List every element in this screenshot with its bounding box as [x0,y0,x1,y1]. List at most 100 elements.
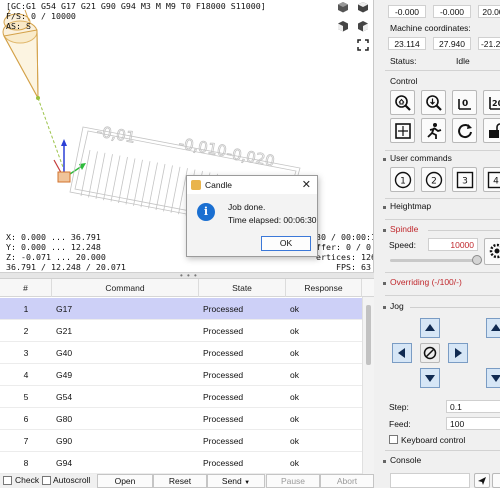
arrow-down-icon [425,375,435,382]
cell-command: G90 [56,436,73,446]
jog-step-field[interactable]: 0.1 [446,400,500,413]
console-clear-button[interactable] [492,473,500,488]
svg-text:2: 2 [431,177,437,187]
soft-reset-button[interactable] [452,118,477,143]
engraving-label-2: -0,010 [177,134,228,160]
view-iso-icon[interactable] [336,1,350,15]
jog-x-plus-button[interactable] [448,343,468,363]
table-row[interactable]: 4 G49 Processed ok [0,364,362,386]
heightmap-section[interactable]: Heightmap [380,201,500,213]
svg-text:20: 20 [492,99,500,108]
col-header-response[interactable]: Response [286,279,362,297]
cell-command: G49 [56,370,73,380]
dialog-titlebar[interactable]: Candle ✕ [187,176,317,194]
machine-coords-label: Machine coordinates: [390,23,471,33]
dialog-message: Job done. [228,202,266,212]
arrow-up-icon [425,324,435,331]
view-top-icon[interactable] [356,1,370,15]
safe-position-button[interactable] [421,118,446,143]
overriding-section[interactable]: Overriding (-/100/-) [380,277,500,289]
console-send-button[interactable] [474,473,490,488]
keyboard-control-checkbox[interactable] [389,435,398,444]
col-header-state[interactable]: State [199,279,286,297]
search-z-button[interactable] [421,90,446,115]
fps-readout: FPS: 63 [336,262,371,272]
candle-app-icon [191,180,201,190]
table-row[interactable]: 7 G90 Processed ok [0,430,362,452]
jog-z-minus-button[interactable] [486,368,500,388]
arrow-up-icon [491,324,500,331]
send-icon [478,477,486,485]
search-home-button[interactable] [390,90,415,115]
cell-state: Processed [203,436,244,446]
spindle-toggle-button[interactable] [484,238,500,265]
cell-state: Processed [203,392,244,402]
dialog-title: Candle [205,180,232,190]
zero-z-button[interactable]: 0 [452,90,477,115]
fit-view-icon[interactable] [356,39,370,53]
spindle-slider[interactable] [390,259,478,262]
table-row[interactable]: 1 G17 Processed ok [0,298,362,320]
zero-z-icon: 0 [458,99,471,110]
table-scrollbar[interactable] [362,297,374,474]
jog-feed-field[interactable]: 100 [446,417,500,430]
check-checkbox[interactable] [3,476,12,485]
jog-title: Jog [390,301,404,311]
user-command-2-button[interactable]: 2 [421,167,446,192]
jog-y-minus-button[interactable] [420,368,440,388]
spindle-slider-handle[interactable] [472,255,482,265]
arrow-down-icon [491,375,500,382]
col-header-num[interactable]: # [0,279,52,297]
zoom-down-icon [426,95,442,111]
close-icon[interactable]: ✕ [302,178,311,191]
table-row[interactable]: 2 G21 Processed ok [0,320,362,342]
send-dropdown-icon[interactable]: ▼ [244,480,250,486]
jog-x-minus-button[interactable] [392,343,412,363]
view-left-icon[interactable] [356,20,370,34]
engraving-label-3: -0,020 [225,144,276,170]
cell-state: Processed [203,326,244,336]
jog-y-plus-button[interactable] [420,318,440,338]
cell-command: G80 [56,414,73,424]
restore-origin-button[interactable] [390,118,415,143]
user-command-4-button[interactable]: 4 [483,167,500,192]
jog-z-plus-button[interactable] [486,318,500,338]
col-header-command[interactable]: Command [52,279,199,297]
open-button[interactable]: Open [97,474,153,488]
reset-button[interactable]: Reset [153,474,207,488]
cell-response: ok [290,458,299,468]
dialog-elapsed-time: Time elapsed: 00:06:30 [228,215,317,225]
machine-x-field: 23.114 [388,37,426,50]
console-section[interactable]: Console [380,455,500,467]
console-input[interactable] [390,473,470,488]
unlock-button[interactable] [483,118,500,143]
table-row[interactable]: 6 G80 Processed ok [0,408,362,430]
user-command-1-button[interactable]: 1 [390,167,415,192]
number-1-icon: 1 [394,171,412,189]
table-row[interactable]: 5 G54 Processed ok [0,386,362,408]
send-button[interactable]: Send ▼ [207,474,265,488]
ok-button[interactable]: OK [261,236,311,251]
view-front-icon[interactable] [336,20,350,34]
jog-section[interactable]: Jog [380,301,500,313]
table-row[interactable]: 3 G40 Processed ok [0,342,362,364]
unlock-icon [489,123,500,138]
jog-stop-button[interactable] [420,343,440,363]
cell-command: G94 [56,458,73,468]
abort-button[interactable]: Abort [320,474,374,488]
file-toolbar: Check Autoscroll Open Reset Send ▼ Pause… [0,474,374,488]
viewport-splitter[interactable]: • • • [0,271,374,280]
cell-state: Processed [203,304,244,314]
user-command-3-button[interactable]: 3 [452,167,477,192]
spindle-speed-field[interactable]: 10000 [428,238,478,251]
cell-num: 3 [23,348,29,358]
spindle-section[interactable]: Spindle [380,224,500,236]
vertices-count: ertices: 12629 [316,252,373,262]
cell-num: 6 [23,414,29,424]
arrow-right-icon [455,348,462,358]
zero-xy-button[interactable]: 20 [483,90,500,115]
table-row[interactable]: 8 G94 Processed ok [0,452,362,474]
autoscroll-checkbox[interactable] [42,476,51,485]
pause-button[interactable]: Pause [266,474,320,488]
user-commands-section[interactable]: User commands [380,153,500,165]
